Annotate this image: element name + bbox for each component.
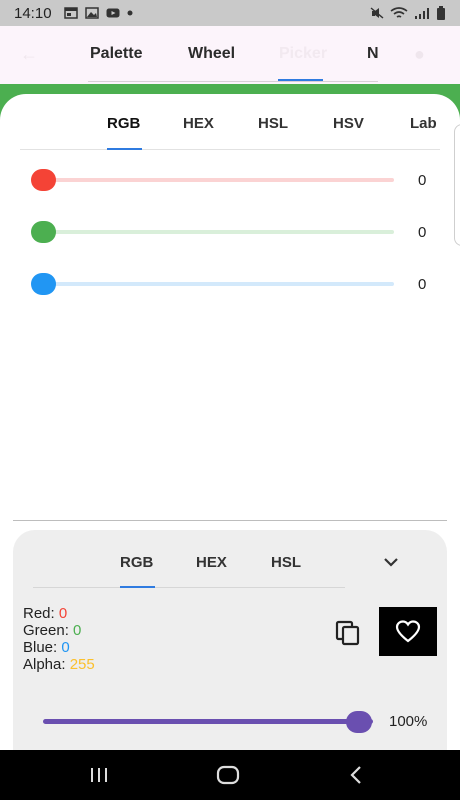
alpha-slider-thumb[interactable] xyxy=(346,711,372,733)
heart-icon xyxy=(395,619,421,642)
tab-wheel[interactable]: Wheel xyxy=(188,45,235,63)
blue-slider-thumb[interactable] xyxy=(31,273,56,295)
alpha-value: 255 xyxy=(69,656,95,673)
green-value-row: Green: 0 xyxy=(23,622,95,639)
green-slider-thumb[interactable] xyxy=(31,221,56,243)
blue-value-row: Blue: 0 xyxy=(23,639,95,656)
battery-icon xyxy=(437,6,445,20)
rgb-values: Red: 0 Green: 0 Blue: 0 Alpha: 255 xyxy=(23,605,95,673)
alpha-percent: 100% xyxy=(389,713,428,730)
top-tab-bar: ← Palette Wheel Picker N ● xyxy=(0,26,460,84)
red-value: 0 xyxy=(58,605,68,622)
favorite-button[interactable] xyxy=(379,607,437,656)
red-slider-thumb[interactable] xyxy=(31,169,56,191)
panel-tab-rgb[interactable]: RGB xyxy=(120,554,153,571)
color-info-panel: RGB HEX HSL Red: 0 Green: 0 Blue: 0 Alph… xyxy=(13,530,447,750)
status-time: 14:10 xyxy=(14,4,52,22)
blue-slider-track[interactable] xyxy=(40,282,394,286)
calendar-icon xyxy=(63,7,78,19)
alpha-slider-track[interactable] xyxy=(43,719,373,724)
chevron-down-icon[interactable] xyxy=(381,552,401,572)
youtube-icon xyxy=(106,8,120,18)
tab-hex[interactable]: HEX xyxy=(183,115,214,132)
tab-next[interactable]: N xyxy=(367,45,379,63)
red-value-row: Red: 0 xyxy=(23,605,95,622)
green-slider[interactable]: 0 xyxy=(0,221,460,245)
alpha-value-row: Alpha: 255 xyxy=(23,656,95,673)
system-nav-bar xyxy=(0,750,460,800)
tab-picker[interactable]: Picker xyxy=(279,45,327,63)
status-bar: 14:10 xyxy=(0,0,460,26)
image-icon xyxy=(84,7,99,19)
green-slider-track[interactable] xyxy=(40,230,394,234)
red-slider-value: 0 xyxy=(418,172,427,189)
panel-tab-hex[interactable]: HEX xyxy=(196,554,227,571)
mute-icon xyxy=(370,7,384,19)
blue-label: Blue: xyxy=(23,639,58,656)
top-tabs: Palette Wheel Picker N xyxy=(88,26,379,82)
tab-hsv[interactable]: HSV xyxy=(333,115,364,132)
tab-indicator xyxy=(278,79,323,81)
signal-icon xyxy=(415,7,429,19)
home-icon[interactable] xyxy=(214,762,242,788)
panel-tab-indicator xyxy=(120,586,155,588)
blue-value: 0 xyxy=(61,639,70,656)
panel-tab-hsl[interactable]: HSL xyxy=(271,554,301,571)
model-tab-indicator xyxy=(107,148,142,150)
back-arrow-icon[interactable]: ← xyxy=(20,44,46,66)
tab-lab[interactable]: Lab xyxy=(410,115,437,132)
red-slider-track[interactable] xyxy=(40,178,394,182)
green-label: Green: xyxy=(23,622,69,639)
color-sheet: RGB HEX HSL HSV Lab 0 0 0 xyxy=(0,94,460,534)
back-icon[interactable] xyxy=(343,762,371,788)
alpha-label: Alpha: xyxy=(23,656,66,673)
tab-rgb[interactable]: RGB xyxy=(107,115,140,132)
red-slider[interactable]: 0 xyxy=(0,169,460,193)
green-value: 0 xyxy=(73,622,82,639)
recents-icon[interactable] xyxy=(86,762,114,788)
menu-icon[interactable]: ● xyxy=(414,44,440,66)
tab-hsl[interactable]: HSL xyxy=(258,115,288,132)
dot-icon xyxy=(127,10,133,16)
tab-palette[interactable]: Palette xyxy=(90,45,142,63)
blue-slider[interactable]: 0 xyxy=(0,273,460,297)
red-label: Red: xyxy=(23,605,55,622)
panel-tabs: RGB HEX HSL xyxy=(33,530,345,588)
copy-icon[interactable] xyxy=(333,618,363,648)
blue-slider-value: 0 xyxy=(418,276,427,293)
wifi-icon xyxy=(390,6,408,18)
model-tabs: RGB HEX HSL HSV Lab xyxy=(20,94,440,150)
divider xyxy=(13,520,447,521)
green-slider-value: 0 xyxy=(418,224,427,241)
